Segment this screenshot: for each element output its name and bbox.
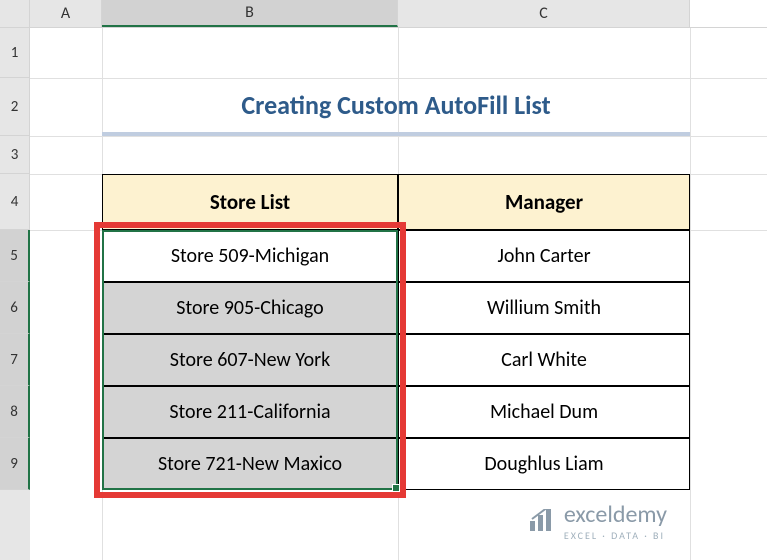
watermark-brand: exceldemy	[564, 500, 667, 529]
column-headers: A B C	[0, 0, 767, 28]
gridline	[30, 136, 767, 137]
row-header-7[interactable]: 7	[0, 334, 30, 386]
header-store-list[interactable]: Store List	[102, 174, 398, 230]
row-header-2[interactable]: 2	[0, 78, 30, 136]
row-header-6[interactable]: 6	[0, 282, 30, 334]
spreadsheet: A B C 1 2 3 4 5 6 7 8 9 Creating Custom …	[0, 0, 767, 560]
cell-b9[interactable]: Store 721-New Maxico	[102, 438, 398, 490]
cell-c6[interactable]: Willium Smith	[398, 282, 690, 334]
watermark: exceldemy EXCEL · DATA · BI	[528, 500, 667, 542]
row-header-4[interactable]: 4	[0, 174, 30, 230]
row-header-5[interactable]: 5	[0, 230, 30, 282]
row-header-9[interactable]: 9	[0, 438, 30, 490]
cell-b7[interactable]: Store 607-New York	[102, 334, 398, 386]
gridline	[690, 28, 691, 560]
grid-area[interactable]: Creating Custom AutoFill List Store List…	[30, 28, 767, 560]
col-header-c[interactable]: C	[398, 0, 690, 27]
cell-c9[interactable]: Doughlus Liam	[398, 438, 690, 490]
cell-c5[interactable]: John Carter	[398, 230, 690, 282]
col-header-b[interactable]: B	[102, 0, 398, 27]
select-all-corner[interactable]	[0, 0, 30, 27]
row-headers: 1 2 3 4 5 6 7 8 9	[0, 28, 30, 560]
body-area: 1 2 3 4 5 6 7 8 9 Creating Custom AutoFi…	[0, 28, 767, 560]
row-header-1[interactable]: 1	[0, 28, 30, 78]
row-header-8[interactable]: 8	[0, 386, 30, 438]
col-header-a[interactable]: A	[30, 0, 102, 27]
cell-b8[interactable]: Store 211-California	[102, 386, 398, 438]
chart-icon	[528, 509, 556, 533]
cell-b5[interactable]: Store 509-Michigan	[102, 230, 398, 282]
cell-c8[interactable]: Michael Dum	[398, 386, 690, 438]
row-header-3[interactable]: 3	[0, 136, 30, 174]
header-manager[interactable]: Manager	[398, 174, 690, 230]
title-cell[interactable]: Creating Custom AutoFill List	[102, 78, 690, 136]
cell-c7[interactable]: Carl White	[398, 334, 690, 386]
cell-b6[interactable]: Store 905-Chicago	[102, 282, 398, 334]
watermark-tagline: EXCEL · DATA · BI	[564, 529, 667, 542]
